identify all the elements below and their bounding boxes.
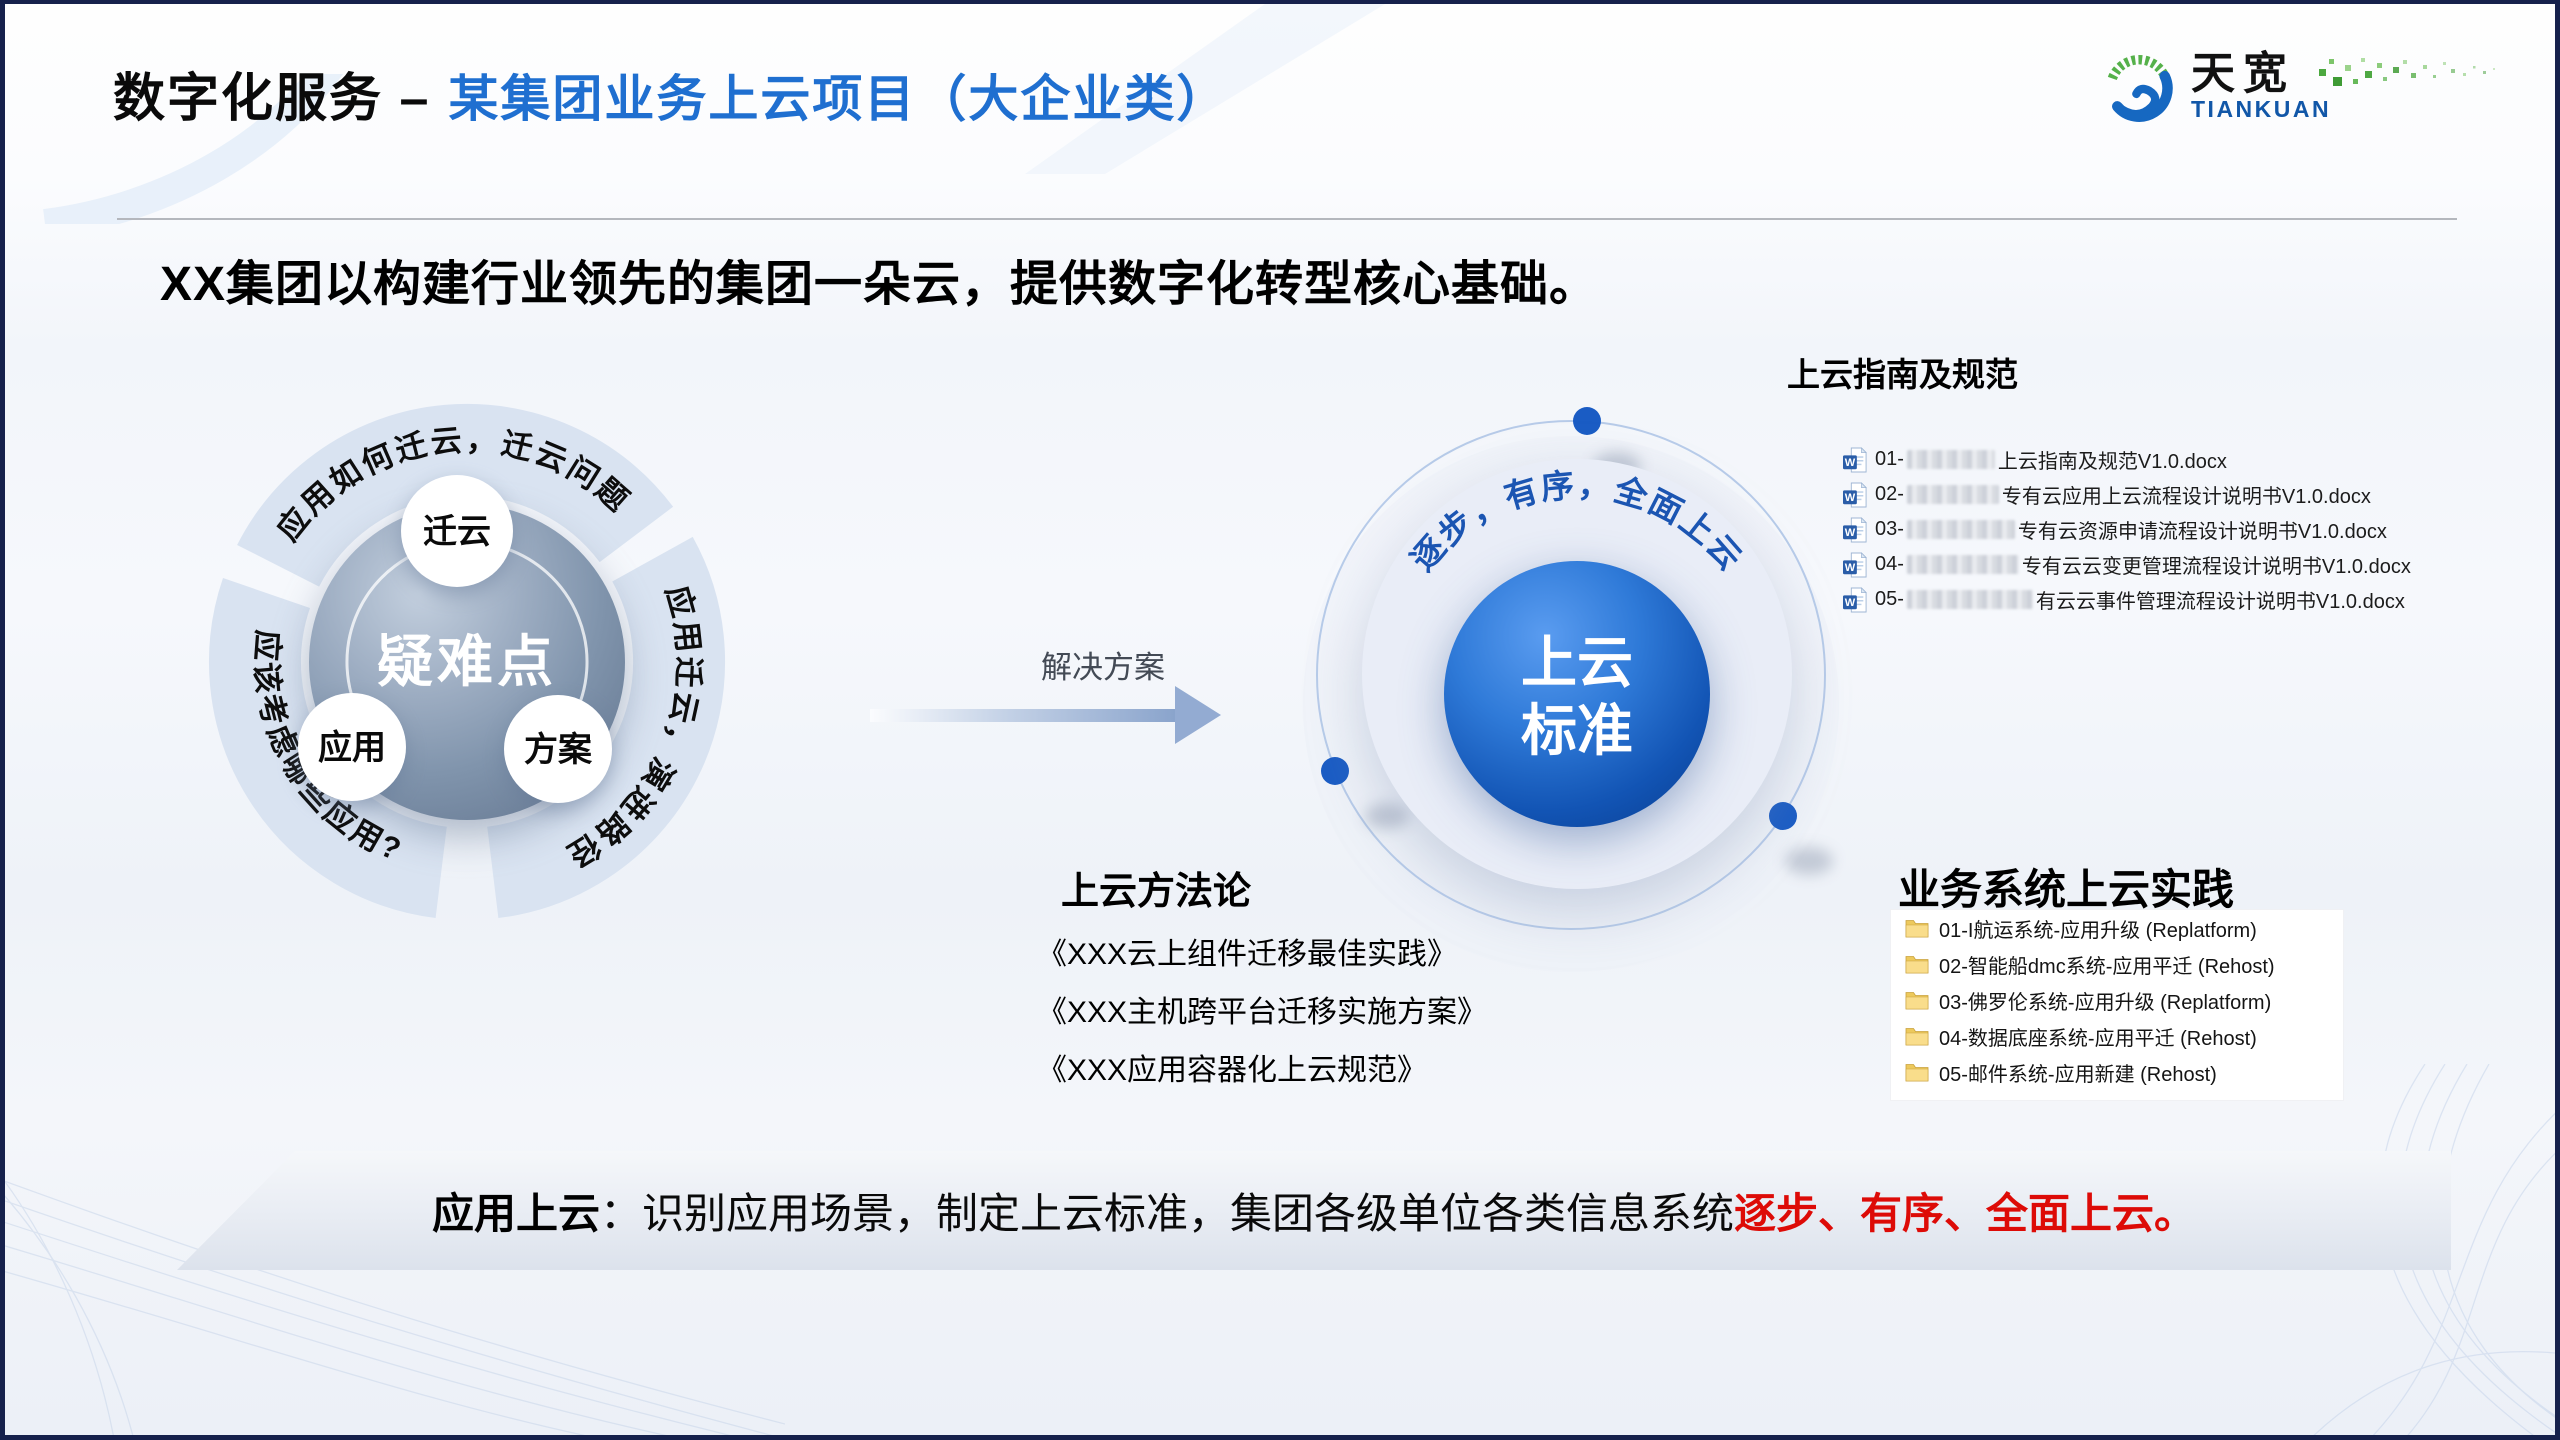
folder-row: 04-数据底座系统-应用平迁 (Rehost) <box>1891 1018 2343 1054</box>
doc-file-prefix: 03- <box>1875 518 1904 541</box>
methodology-book-title: 《XXX云上组件迁移最佳实践》 <box>1037 926 1487 984</box>
folder-row: 01-I航运系统-应用升级 (Replatform) <box>1891 910 2343 946</box>
footer-summary-band: 应用上云：识别应用场景，制定上云标准，集团各级单位各类信息系统逐步、有序、全面上… <box>177 1151 2451 1270</box>
title-blue-part: 某集团业务上云项目（大企业类） <box>448 71 1228 127</box>
folder-row: 03-佛罗伦系统-应用升级 (Replatform) <box>1891 982 2343 1018</box>
methodology-book-title: 《XXX应用容器化上云规范》 <box>1037 1042 1487 1100</box>
footer-red-text: 逐步、有序、全面上云。 <box>1734 1180 2196 1241</box>
satellite-label-yingyong: 应用 <box>318 729 386 767</box>
tiankuan-logo: 天宽 TIANKUAN <box>2097 38 2477 134</box>
doc-file-prefix: 01- <box>1875 448 1904 471</box>
folder-icon <box>1905 990 1929 1010</box>
folder-icon <box>1905 1026 1929 1046</box>
word-doc-icon <box>1843 517 1867 543</box>
methodology-section-heading: 上云方法论 <box>1061 860 1251 915</box>
methodology-book-title: 《XXX主机跨平台迁移实施方案》 <box>1037 984 1487 1042</box>
pain-points-label: 疑难点 <box>377 630 557 693</box>
folder-icon <box>1905 918 1929 938</box>
folder-icon <box>1905 1062 1929 1082</box>
sphere-label-line1: 上云 <box>1521 631 1633 694</box>
word-doc-icon <box>1843 552 1867 578</box>
guide-file-list: 01- 上云指南及规范V1.0.docx 02- 专有云应用上云流程设计说明书V… <box>1843 442 2483 617</box>
doc-file-name: 有云云事件管理流程设计说明书V1.0.docx <box>2036 585 2405 614</box>
word-doc-icon <box>1843 447 1867 473</box>
solution-arrow <box>865 682 1230 752</box>
footer-normal-text: ：识别应用场景，制定上云标准，集团各级单位各类信息系统 <box>600 1180 1734 1241</box>
doc-file-name: 上云指南及规范V1.0.docx <box>1998 445 2227 474</box>
folder-name: 01-I航运系统-应用升级 (Replatform) <box>1939 914 2257 943</box>
doc-file-prefix: 05- <box>1875 588 1904 611</box>
word-doc-icon <box>1843 482 1867 508</box>
sphere-label-line2: 标准 <box>1521 699 1633 762</box>
page-title: 数字化服务 – 某集团业务上云项目（大企业类） <box>113 56 1228 131</box>
doc-file-prefix: 02- <box>1875 483 1904 506</box>
guide-section-heading: 上云指南及规范 <box>1787 348 2018 396</box>
redacted-company-name <box>1907 520 2015 539</box>
logo-mosaic-pixels <box>2319 53 2519 97</box>
folder-name: 04-数据底座系统-应用平迁 (Rehost) <box>1939 1022 2257 1051</box>
satellite-label-qianyun: 迁云 <box>423 513 491 551</box>
solution-arrow-label: 解决方案 <box>983 642 1223 687</box>
methodology-book-list: 《XXX云上组件迁移最佳实践》 《XXX主机跨平台迁移实施方案》 《XXX应用容… <box>1037 926 1487 1100</box>
slide-subtitle: XX集团以构建行业领先的集团一朵云，提供数字化转型核心基础。 <box>160 244 1598 314</box>
folder-row: 05-邮件系统-应用新建 (Rehost) <box>1891 1054 2343 1090</box>
footer-bold-text: 应用上云 <box>432 1180 600 1241</box>
redacted-company-name <box>1907 555 2019 574</box>
folder-name: 02-智能船dmc系统-应用平迁 (Rehost) <box>1939 950 2275 979</box>
satellite-label-fangan: 方案 <box>524 731 593 769</box>
redacted-company-name <box>1907 590 2033 609</box>
title-black-part: 数字化服务 – <box>113 70 430 128</box>
pain-points-diagram: 应用如何迁云，迁云问题 应该考虑哪些应用? 应用迁云，演进路径 迁云 应用 方案… <box>200 389 740 969</box>
folder-row: 02-智能船dmc系统-应用平迁 (Rehost) <box>1891 946 2343 982</box>
tiankuan-logo-icon <box>2097 44 2181 128</box>
word-doc-icon <box>1843 587 1867 613</box>
redacted-company-name <box>1907 450 1995 469</box>
cloud-standard-sphere <box>1444 561 1710 827</box>
logo-text-en: TIANKUAN <box>2191 97 2331 121</box>
doc-file-row: 01- 上云指南及规范V1.0.docx <box>1843 442 2483 477</box>
slide: W <box>5 4 2555 1435</box>
doc-file-name: 专有云应用上云流程设计说明书V1.0.docx <box>2002 480 2371 509</box>
doc-file-row: 05- 有云云事件管理流程设计说明书V1.0.docx <box>1843 582 2483 617</box>
folder-name: 05-邮件系统-应用新建 (Rehost) <box>1939 1058 2217 1087</box>
doc-file-row: 02- 专有云应用上云流程设计说明书V1.0.docx <box>1843 477 2483 512</box>
doc-file-name: 专有云资源申请流程设计说明书V1.0.docx <box>2018 515 2387 544</box>
doc-file-prefix: 04- <box>1875 553 1904 576</box>
folder-icon <box>1905 954 1929 974</box>
practice-section-heading: 业务系统上云实践 <box>1898 856 2234 917</box>
folder-name: 03-佛罗伦系统-应用升级 (Replatform) <box>1939 986 2271 1015</box>
doc-file-row: 04- 专有云云变更管理流程设计说明书V1.0.docx <box>1843 547 2483 582</box>
doc-file-row: 03- 专有云资源申请流程设计说明书V1.0.docx <box>1843 512 2483 547</box>
redacted-company-name <box>1907 485 1999 504</box>
doc-file-name: 专有云云变更管理流程设计说明书V1.0.docx <box>2022 550 2411 579</box>
title-divider <box>117 218 2457 220</box>
cloud-standard-diagram: 逐步，有序，全面上云 上云 标准 <box>1295 364 1895 1004</box>
practice-folder-panel: 01-I航运系统-应用升级 (Replatform) 02-智能船dmc系统-应… <box>1891 910 2343 1100</box>
logo-text-cn: 天宽 <box>2191 51 2331 97</box>
